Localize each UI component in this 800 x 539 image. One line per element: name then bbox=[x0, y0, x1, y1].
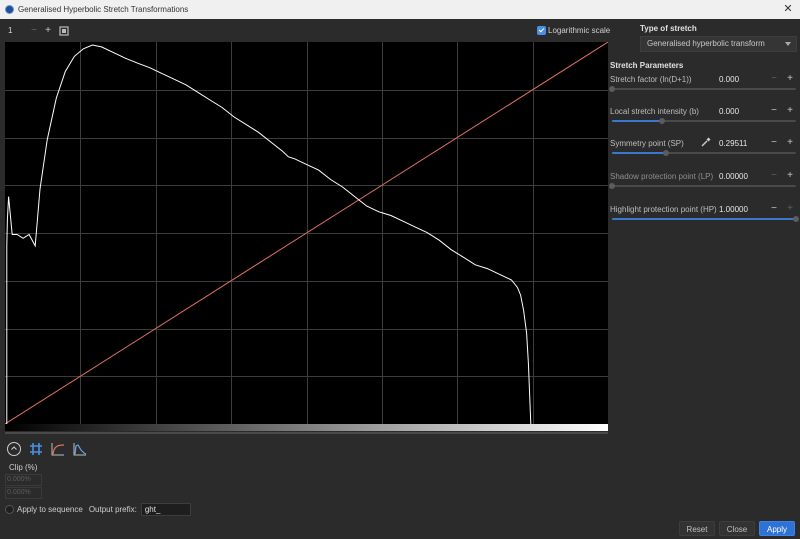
histogram-curve bbox=[6, 44, 532, 425]
param-slider[interactable] bbox=[612, 118, 796, 124]
clip-high-value: 0.000% bbox=[5, 487, 42, 499]
logarithmic-scale-label: Logarithmic scale bbox=[548, 26, 611, 35]
window-title: Generalised Hyperbolic Stretch Transform… bbox=[18, 5, 189, 14]
reset-button[interactable]: Reset bbox=[679, 521, 715, 536]
param-slider[interactable] bbox=[612, 216, 799, 222]
param-increment-button[interactable]: + bbox=[784, 169, 796, 183]
zoom-minus-button[interactable]: − bbox=[27, 24, 41, 38]
param-value-input[interactable]: 0.29511 bbox=[717, 137, 763, 150]
param-slider-fill bbox=[612, 120, 662, 122]
reset-view-button[interactable] bbox=[5, 441, 23, 457]
param-value-input[interactable]: 1.00000 bbox=[717, 203, 763, 216]
param-row: Symmetry point (SP) 0.29511− + bbox=[610, 136, 800, 163]
apply-button[interactable]: Apply bbox=[759, 521, 795, 536]
sequence-row: Apply to sequence Output prefix: ght_ bbox=[5, 503, 191, 516]
app-icon bbox=[5, 5, 14, 14]
histogram-view[interactable] bbox=[4, 41, 609, 425]
param-slider[interactable] bbox=[612, 150, 796, 156]
view-tools bbox=[5, 441, 93, 457]
checkbox-checked-icon[interactable] bbox=[537, 26, 546, 35]
output-prefix-input[interactable]: ght_ bbox=[140, 503, 191, 516]
param-increment-button[interactable]: + bbox=[784, 72, 796, 86]
intensity-gradient-bar bbox=[5, 424, 608, 431]
logarithmic-scale-checkbox[interactable]: Logarithmic scale bbox=[537, 26, 610, 35]
param-decrement-button[interactable]: − bbox=[768, 104, 780, 118]
apply-to-sequence-label: Apply to sequence bbox=[17, 505, 83, 514]
close-button[interactable]: Close bbox=[719, 521, 755, 536]
param-slider-handle[interactable] bbox=[609, 86, 615, 92]
param-slider[interactable] bbox=[609, 183, 796, 189]
param-label: Shadow protection point (LP) bbox=[610, 172, 714, 181]
window-close-button[interactable]: ✕ bbox=[782, 2, 794, 16]
param-row: Stretch factor (ln(D+1)) 0.000− + bbox=[609, 72, 800, 99]
chevron-down-icon bbox=[785, 42, 791, 46]
param-decrement-button[interactable]: − bbox=[768, 202, 780, 216]
zoom-fit-icon[interactable] bbox=[59, 26, 69, 36]
param-label: Symmetry point (SP) bbox=[610, 139, 684, 148]
histogram-icon bbox=[73, 443, 87, 456]
param-row: Shadow protection point (LP) 0.00000− + bbox=[609, 169, 800, 196]
param-label: Local stretch intensity (b) bbox=[610, 107, 699, 116]
eyedropper-icon[interactable] bbox=[699, 135, 713, 149]
param-decrement-button[interactable]: − bbox=[768, 136, 780, 150]
param-slider-handle[interactable] bbox=[793, 216, 799, 222]
param-slider-fill bbox=[612, 218, 796, 220]
param-slider-handle[interactable] bbox=[658, 118, 665, 124]
histogram-toggle-button[interactable] bbox=[71, 441, 89, 457]
reset-view-icon bbox=[7, 442, 21, 456]
stretch-type-dropdown[interactable]: Generalised hyperbolic transform bbox=[640, 36, 797, 52]
grid-icon bbox=[30, 443, 42, 455]
param-slider-handle[interactable] bbox=[663, 150, 670, 156]
apply-to-sequence-checkbox[interactable] bbox=[5, 505, 14, 514]
param-label: Stretch factor (ln(D+1)) bbox=[610, 75, 692, 84]
histogram-scrollbar[interactable] bbox=[5, 432, 608, 434]
curve-icon bbox=[51, 443, 65, 456]
zoom-spinbox: 1 − + bbox=[5, 24, 69, 38]
param-slider[interactable] bbox=[609, 86, 796, 92]
param-row: Highlight protection point (HP) 1.00000− + bbox=[610, 202, 800, 229]
param-slider-fill bbox=[612, 152, 667, 154]
curve-toggle-button[interactable] bbox=[49, 441, 67, 457]
title-bar: Generalised Hyperbolic Stretch Transform… bbox=[0, 0, 800, 19]
clip-label: Clip (%) bbox=[9, 463, 38, 472]
param-slider-handle[interactable] bbox=[609, 183, 615, 189]
param-value-input[interactable]: 0.000 bbox=[717, 73, 763, 86]
stretch-parameters-title: Stretch Parameters bbox=[610, 61, 684, 70]
zoom-value[interactable]: 1 bbox=[5, 24, 27, 38]
histogram-plot bbox=[4, 41, 609, 425]
param-increment-button[interactable]: + bbox=[784, 104, 796, 118]
param-label: Highlight protection point (HP) bbox=[610, 205, 717, 214]
param-decrement-button[interactable]: − bbox=[768, 72, 780, 86]
type-of-stretch-title: Type of stretch bbox=[640, 24, 697, 33]
grid-toggle-button[interactable] bbox=[27, 441, 45, 457]
param-row: Local stretch intensity (b) 0.000− + bbox=[610, 104, 800, 131]
param-value-input[interactable]: 0.00000 bbox=[717, 170, 763, 183]
output-prefix-label: Output prefix: bbox=[88, 505, 137, 514]
param-value-input[interactable]: 0.000 bbox=[717, 105, 763, 118]
stretch-type-value: Generalised hyperbolic transform bbox=[647, 39, 765, 48]
param-decrement-button[interactable]: − bbox=[768, 169, 780, 183]
stretch-panel: Type of stretch Generalised hyperbolic t… bbox=[609, 19, 800, 519]
param-increment-button[interactable]: + bbox=[784, 202, 796, 216]
clip-low-value: 0.000% bbox=[5, 474, 42, 486]
zoom-plus-button[interactable]: + bbox=[41, 24, 55, 38]
param-increment-button[interactable]: + bbox=[784, 136, 796, 150]
